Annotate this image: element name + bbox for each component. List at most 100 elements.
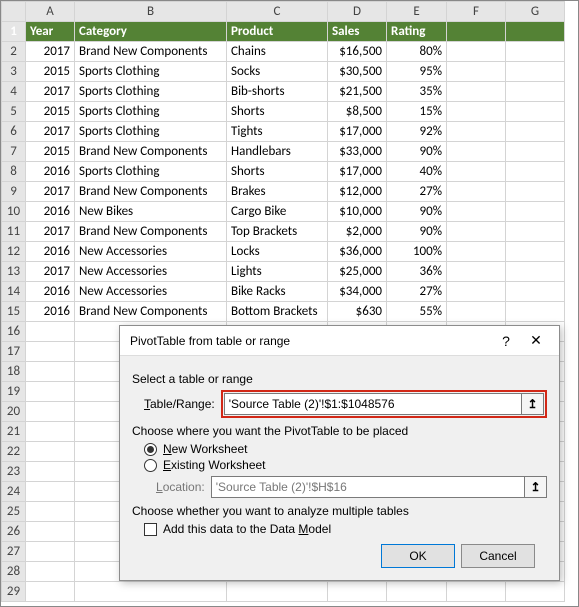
cell[interactable] — [506, 142, 565, 162]
cell[interactable]: $630 — [328, 302, 387, 322]
header-cell[interactable]: Category — [75, 22, 227, 42]
cell[interactable]: Handlebars — [227, 142, 328, 162]
header-cell[interactable]: Sales — [328, 22, 387, 42]
cell[interactable]: Tights — [227, 122, 328, 142]
cell[interactable]: Sports Clothing — [75, 122, 227, 142]
cell[interactable]: 2017 — [26, 42, 75, 62]
cell[interactable] — [506, 222, 565, 242]
cell[interactable]: 92% — [387, 122, 447, 142]
cell[interactable] — [447, 122, 506, 142]
cell[interactable]: 2015 — [26, 62, 75, 82]
radio-existing-worksheet[interactable]: Existing Worksheet — [144, 458, 547, 472]
cell[interactable]: Brand New Components — [75, 182, 227, 202]
cell[interactable]: $30,500 — [328, 62, 387, 82]
cell[interactable] — [506, 202, 565, 222]
cell[interactable] — [506, 262, 565, 282]
location-picker-button[interactable]: ↥ — [525, 476, 547, 498]
cell[interactable] — [26, 522, 75, 542]
cell[interactable] — [26, 322, 75, 342]
row-header[interactable]: 7 — [2, 142, 26, 162]
cell[interactable] — [447, 202, 506, 222]
cell[interactable]: Socks — [227, 62, 328, 82]
header-cell[interactable]: Rating — [387, 22, 447, 42]
cell[interactable]: Shorts — [227, 162, 328, 182]
row-header[interactable]: 11 — [2, 222, 26, 242]
row-header[interactable]: 4 — [2, 82, 26, 102]
row-header[interactable]: 20 — [2, 402, 26, 422]
cell[interactable]: $12,000 — [328, 182, 387, 202]
select-all-corner[interactable] — [2, 2, 26, 22]
cell[interactable]: 2017 — [26, 82, 75, 102]
cell[interactable]: 2017 — [26, 262, 75, 282]
cell[interactable]: 100% — [387, 242, 447, 262]
cell[interactable] — [447, 262, 506, 282]
cell[interactable] — [75, 582, 227, 602]
header-cell[interactable] — [506, 22, 565, 42]
cell[interactable]: 95% — [387, 62, 447, 82]
checkbox-data-model[interactable]: Add this data to the Data Model — [144, 522, 547, 536]
row-header[interactable]: 2 — [2, 42, 26, 62]
radio-new-worksheet[interactable]: New Worksheet — [144, 442, 547, 456]
cell[interactable] — [447, 282, 506, 302]
cell[interactable] — [447, 142, 506, 162]
header-cell[interactable] — [447, 22, 506, 42]
cell[interactable] — [447, 222, 506, 242]
row-header[interactable]: 23 — [2, 462, 26, 482]
cell[interactable]: $17,000 — [328, 162, 387, 182]
cell[interactable] — [26, 362, 75, 382]
cell[interactable]: $36,000 — [328, 242, 387, 262]
cell[interactable] — [26, 562, 75, 582]
row-header[interactable]: 10 — [2, 202, 26, 222]
row-header[interactable]: 16 — [2, 322, 26, 342]
cell[interactable] — [447, 82, 506, 102]
row-header[interactable]: 29 — [2, 582, 26, 602]
cell[interactable] — [26, 462, 75, 482]
cell[interactable] — [506, 242, 565, 262]
row-header[interactable]: 6 — [2, 122, 26, 142]
cell[interactable] — [506, 42, 565, 62]
cell[interactable]: Locks — [227, 242, 328, 262]
cell[interactable]: 36% — [387, 262, 447, 282]
cell[interactable]: New Accessories — [75, 242, 227, 262]
cell[interactable] — [26, 502, 75, 522]
cell[interactable] — [26, 382, 75, 402]
cell[interactable]: 35% — [387, 82, 447, 102]
cell[interactable] — [447, 42, 506, 62]
row-header[interactable]: 12 — [2, 242, 26, 262]
cell[interactable] — [227, 582, 328, 602]
row-header[interactable]: 3 — [2, 62, 26, 82]
cell[interactable]: $21,500 — [328, 82, 387, 102]
cell[interactable]: 80% — [387, 42, 447, 62]
cell[interactable]: 2016 — [26, 162, 75, 182]
cell[interactable]: 2016 — [26, 202, 75, 222]
row-header[interactable]: 21 — [2, 422, 26, 442]
cell[interactable] — [506, 282, 565, 302]
cancel-button[interactable]: Cancel — [461, 544, 535, 568]
cell[interactable]: $25,000 — [328, 262, 387, 282]
cell[interactable]: 40% — [387, 162, 447, 182]
cell[interactable]: $33,000 — [328, 142, 387, 162]
cell[interactable] — [447, 242, 506, 262]
row-header[interactable]: 25 — [2, 502, 26, 522]
cell[interactable]: Brakes — [227, 182, 328, 202]
cell[interactable] — [26, 482, 75, 502]
cell[interactable]: 90% — [387, 142, 447, 162]
cell[interactable] — [26, 582, 75, 602]
cell[interactable] — [506, 122, 565, 142]
cell[interactable]: 2016 — [26, 242, 75, 262]
cell[interactable] — [26, 402, 75, 422]
row-header[interactable]: 9 — [2, 182, 26, 202]
cell[interactable]: 2015 — [26, 102, 75, 122]
cell[interactable]: 55% — [387, 302, 447, 322]
cell[interactable] — [447, 582, 506, 602]
row-header[interactable]: 5 — [2, 102, 26, 122]
row-header[interactable]: 26 — [2, 522, 26, 542]
row-header[interactable]: 24 — [2, 482, 26, 502]
cell[interactable]: $10,000 — [328, 202, 387, 222]
cell[interactable]: Bottom Brackets — [227, 302, 328, 322]
cell[interactable]: 15% — [387, 102, 447, 122]
row-header[interactable]: 8 — [2, 162, 26, 182]
row-header[interactable]: 18 — [2, 362, 26, 382]
cell[interactable]: 2015 — [26, 142, 75, 162]
cell[interactable]: 27% — [387, 282, 447, 302]
